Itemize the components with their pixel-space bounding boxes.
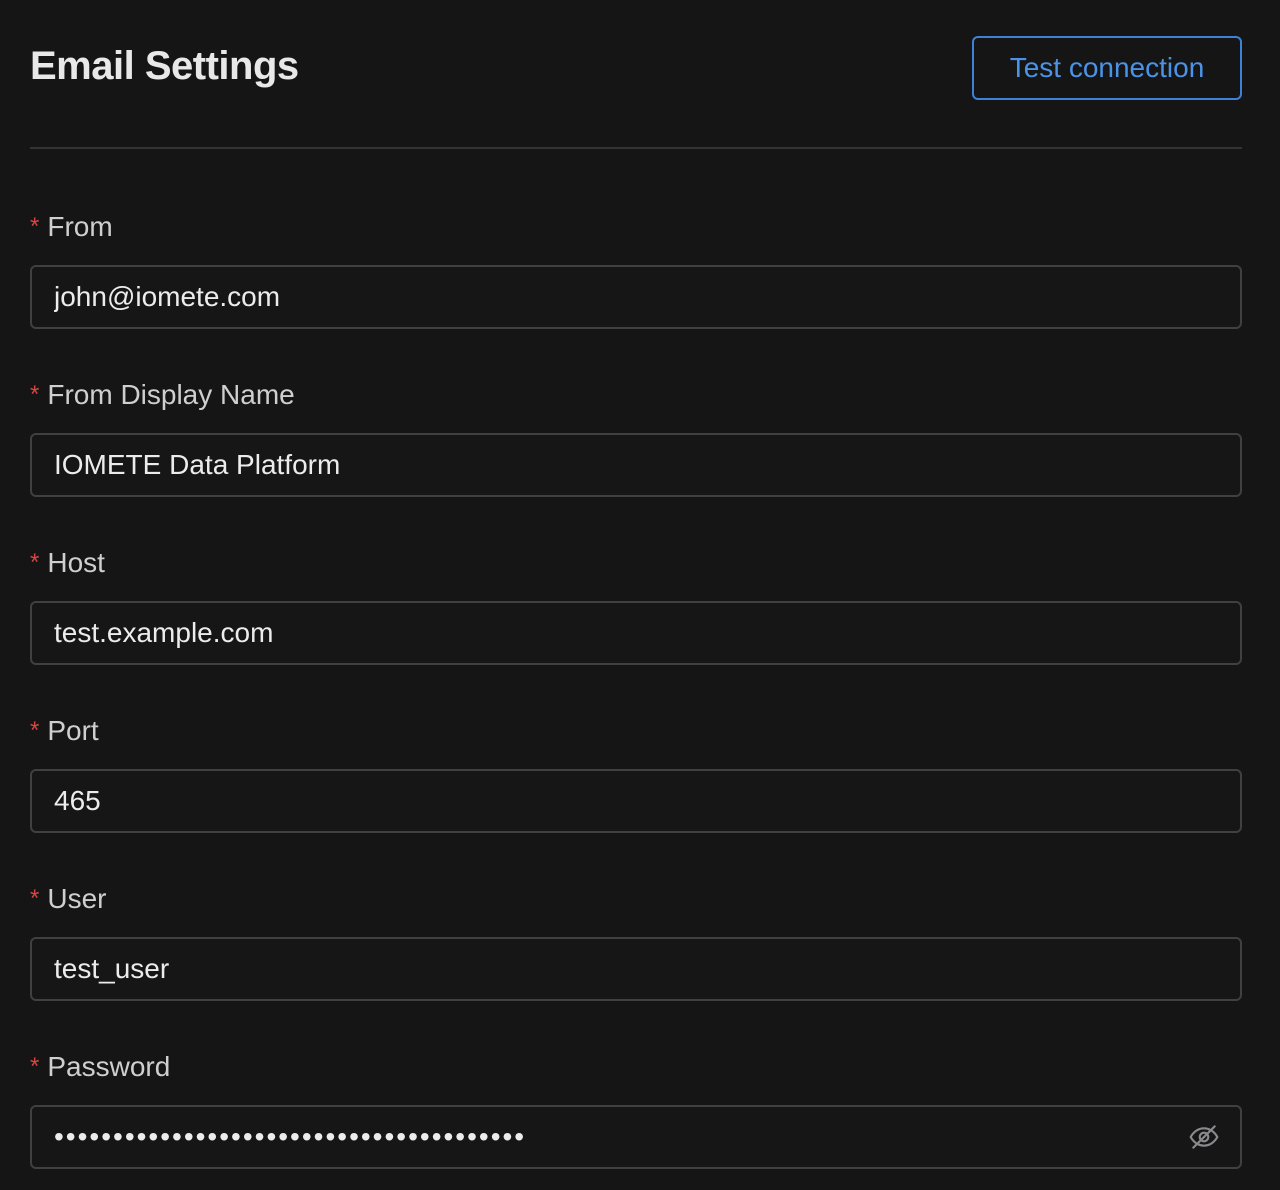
field-from-display-name: * From Display Name: [30, 375, 1242, 497]
user-label: * User: [30, 883, 107, 914]
password-wrapper: [30, 1105, 1242, 1169]
required-marker: *: [30, 1053, 40, 1080]
from-display-name-input[interactable]: [30, 433, 1242, 497]
port-input[interactable]: [30, 769, 1242, 833]
from-display-name-label: * From Display Name: [30, 379, 295, 410]
required-marker: *: [30, 717, 40, 744]
field-host: * Host: [30, 543, 1242, 665]
required-marker: *: [30, 381, 40, 408]
required-marker: *: [30, 549, 40, 576]
required-marker: *: [30, 213, 40, 240]
field-password: * Password: [30, 1047, 1242, 1169]
password-label: * Password: [30, 1051, 171, 1082]
eye-slash-icon[interactable]: [1188, 1121, 1220, 1153]
port-label: * Port: [30, 715, 99, 746]
password-input[interactable]: [30, 1105, 1242, 1169]
host-label: * Host: [30, 547, 105, 578]
field-from: * From: [30, 207, 1242, 329]
from-input[interactable]: [30, 265, 1242, 329]
field-user: * User: [30, 879, 1242, 1001]
field-port: * Port: [30, 711, 1242, 833]
header-divider: [30, 147, 1242, 149]
page-title: Email Settings: [30, 44, 299, 88]
required-marker: *: [30, 885, 40, 912]
host-input[interactable]: [30, 601, 1242, 665]
test-connection-button[interactable]: Test connection: [972, 36, 1242, 100]
user-input[interactable]: [30, 937, 1242, 1001]
from-label: * From: [30, 211, 113, 242]
page-header: Email Settings Test connection: [30, 36, 1242, 100]
